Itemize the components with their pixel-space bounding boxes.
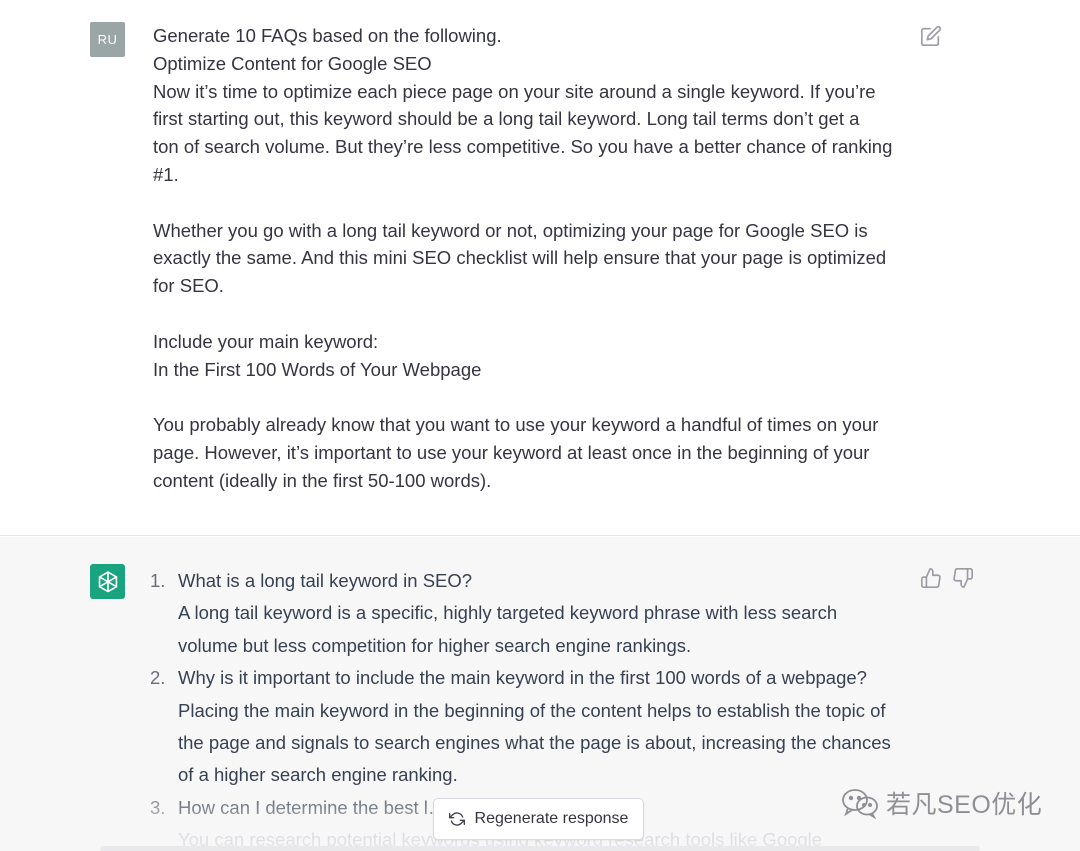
user-line: exactly the same. And this mini SEO chec… bbox=[153, 247, 887, 269]
user-line: for SEO. bbox=[153, 275, 224, 297]
user-line: Include your main keyword: bbox=[153, 330, 379, 352]
faq-answer: A long tail keyword is a specific, highl… bbox=[178, 597, 920, 662]
user-line: Whether you go with a long tail keyword … bbox=[153, 219, 868, 241]
user-line: Now it’s time to optimize each piece pag… bbox=[153, 80, 876, 102]
faq-item: 1. What is a long tail keyword in SEO? A… bbox=[150, 565, 920, 662]
faq-question: Why is it important to include the main … bbox=[178, 667, 867, 689]
openai-logo-icon bbox=[98, 570, 117, 592]
faq-answer-line: Placing the main keyword in the beginnin… bbox=[178, 699, 886, 721]
user-line: #1. bbox=[153, 163, 179, 185]
user-line: Optimize Content for Google SEO bbox=[153, 52, 432, 74]
faq-answer-line: of a higher search engine ranking. bbox=[178, 764, 458, 786]
watermark-text: 若凡SEO优化 bbox=[886, 791, 1043, 819]
thumbs-down-icon[interactable] bbox=[952, 567, 974, 589]
watermark: 若凡SEO优化 bbox=[840, 786, 1042, 820]
user-message: RU Generate 10 FAQs based on the followi… bbox=[0, 0, 1080, 536]
faq-number: 2. bbox=[150, 667, 166, 689]
user-message-text: Generate 10 FAQs based on the following.… bbox=[153, 22, 913, 495]
faq-answer-line: the page and signals to search engines w… bbox=[178, 732, 891, 754]
faq-answer: Placing the main keyword in the beginnin… bbox=[178, 695, 920, 792]
faq-answer-line: volume but less competition for higher s… bbox=[178, 634, 692, 656]
edit-icon[interactable] bbox=[920, 25, 942, 47]
regenerate-label: Regenerate response bbox=[474, 810, 629, 827]
user-line: first starting out, this keyword should … bbox=[153, 108, 860, 130]
user-line: content (ideally in the first 50-100 wor… bbox=[153, 469, 492, 491]
user-avatar-initials: RU bbox=[97, 32, 118, 47]
faq-number: 3. bbox=[150, 796, 166, 818]
faq-item: 2. Why is it important to include the ma… bbox=[150, 662, 920, 792]
faq-question: What is a long tail keyword in SEO? bbox=[178, 570, 473, 591]
user-line: In the First 100 Words of Your Webpage bbox=[153, 358, 482, 380]
faq-answer-line: A long tail keyword is a specific, highl… bbox=[178, 602, 838, 624]
assistant-avatar bbox=[90, 564, 125, 599]
user-line: You probably already know that you want … bbox=[153, 414, 879, 436]
regenerate-response-button[interactable]: Regenerate response bbox=[433, 798, 644, 840]
user-line: Generate 10 FAQs based on the following. bbox=[153, 25, 502, 46]
wechat-icon bbox=[842, 789, 878, 819]
user-line: page. However, it’s important to use you… bbox=[153, 441, 870, 463]
user-avatar: RU bbox=[90, 22, 125, 57]
input-area-edge bbox=[100, 846, 980, 851]
refresh-icon bbox=[448, 812, 465, 826]
faq-number: 1. bbox=[150, 570, 166, 591]
thumbs-up-icon[interactable] bbox=[920, 567, 942, 589]
user-line: ton of search volume. But they’re less c… bbox=[153, 136, 893, 158]
